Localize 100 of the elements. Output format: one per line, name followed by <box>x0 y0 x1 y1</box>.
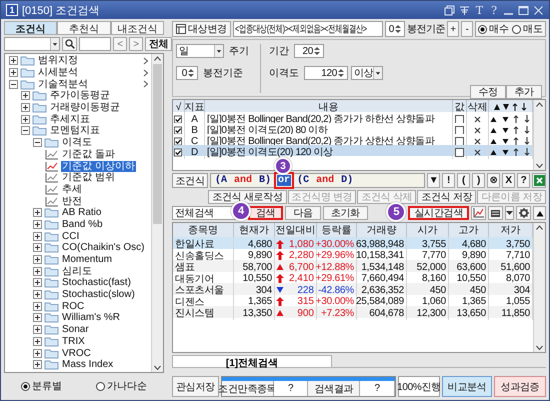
expression-action-button[interactable]: 조건식 새로작성 <box>208 190 287 204</box>
delete-icon[interactable] <box>474 148 480 156</box>
expand-icon[interactable] <box>9 68 18 78</box>
move-top-icon[interactable] <box>513 115 520 123</box>
move-top-icon[interactable] <box>513 137 520 145</box>
close-icon[interactable] <box>533 4 544 16</box>
checkbox[interactable] <box>174 126 182 134</box>
tree-item[interactable]: 이격도 <box>5 136 151 148</box>
tree-item[interactable]: Band %b <box>5 218 151 230</box>
expression-tool-button[interactable]: X <box>502 173 515 188</box>
search-action-button[interactable]: 초기화 <box>322 206 368 220</box>
expand-icon[interactable] <box>33 348 42 358</box>
tree-item[interactable]: 거래량이동평균 <box>5 102 151 114</box>
tree-item[interactable]: 범위지정 <box>5 55 151 67</box>
spin-icon[interactable] <box>187 67 195 79</box>
checkbox[interactable] <box>454 114 464 124</box>
maximize-icon[interactable] <box>518 4 529 16</box>
tree-item[interactable]: 주가이동평균 <box>5 90 151 102</box>
scroll-up-icon[interactable] <box>536 225 543 230</box>
scroll-down-icon[interactable] <box>536 163 543 168</box>
expand-icon[interactable] <box>33 220 42 229</box>
collapse-icon[interactable] <box>33 138 42 148</box>
result-row[interactable]: 샘표 58,700 6,700 +12.88% 1,534,148 52,000 63,600 51,600 <box>173 260 533 272</box>
settings-button[interactable] <box>516 206 531 220</box>
dropdown-button[interactable] <box>505 206 514 220</box>
radio-button[interactable]: 가나다순 <box>96 379 147 393</box>
nav-button[interactable]: > <box>129 37 143 51</box>
move-bottom-icon[interactable] <box>524 148 530 156</box>
tab[interactable]: 조건식 <box>4 21 58 35</box>
expression-tool-button[interactable]: ⊗ <box>487 173 500 188</box>
tree-item[interactable]: Stochastic(fast) <box>5 277 151 289</box>
expand-icon[interactable] <box>33 313 42 322</box>
expression-field[interactable]: (A and B) or (C and D) <box>210 173 425 188</box>
spin-icon[interactable] <box>313 45 321 57</box>
chart-button[interactable] <box>471 206 486 220</box>
expression-token[interactable]: B) <box>258 175 272 186</box>
period-select[interactable]: 일 <box>176 44 224 58</box>
tree-item[interactable]: CO(Chaikin's Osc) <box>5 242 151 254</box>
expression-token[interactable]: and <box>315 175 336 186</box>
checkbox[interactable] <box>174 148 182 156</box>
tree-item[interactable]: TRIX <box>5 336 151 348</box>
comparison-select[interactable]: 이상 <box>351 66 383 80</box>
tree-item[interactable]: 추세지표 <box>5 113 151 126</box>
expand-icon[interactable] <box>9 56 18 66</box>
window-icon[interactable] <box>444 4 455 16</box>
result-row[interactable]: 대동기어 10,550 2,410 +29.61% 7,660,494 8,160 10,550 8,070 <box>173 272 533 283</box>
scrollbar[interactable] <box>151 54 163 372</box>
realtime-search-button[interactable]: 실시간검색 <box>408 206 469 220</box>
expand-icon[interactable] <box>21 103 30 112</box>
search-button[interactable] <box>62 37 77 51</box>
checkbox[interactable] <box>454 126 464 134</box>
checkbox[interactable] <box>174 114 182 124</box>
title-tool-button[interactable]: ? <box>489 4 499 16</box>
target-change-button[interactable]: 대상변경 <box>172 21 231 37</box>
result-row[interactable]: 스포츠서울 304 228 -42.86% 2,636,352 450 450 304 <box>173 283 533 294</box>
move-bottom-icon[interactable] <box>524 137 530 145</box>
spin-icon[interactable] <box>394 23 402 35</box>
expand-icon[interactable] <box>33 232 42 241</box>
expand-icon[interactable] <box>21 114 30 124</box>
expression-action-button[interactable]: 조건식 저장 <box>417 190 476 204</box>
tree-item[interactable]: 반전 <box>5 195 151 207</box>
search-action-button[interactable]: 검색 <box>248 206 284 220</box>
move-bottom-icon[interactable] <box>524 115 530 123</box>
result-row[interactable]: 한일사료 4,680 1,080 +30.00% 63,988,948 3,755 4,680 3,750 <box>173 237 533 248</box>
expand-icon[interactable] <box>33 325 42 334</box>
input-field[interactable] <box>79 37 111 51</box>
tree-item[interactable]: 시세분석 <box>5 66 151 78</box>
result-row[interactable]: 진시스템 13,350 900 +7.23% 604,678 12,300 13,650 11,850 <box>173 306 533 318</box>
radio-button[interactable]: 매수 <box>478 22 509 36</box>
tree-item[interactable]: 기준값 범위 <box>5 172 151 184</box>
nav-button[interactable]: < <box>113 37 127 51</box>
chevron-right-icon[interactable] <box>143 68 149 77</box>
title-tool-button[interactable]: T <box>474 4 486 16</box>
tree-item[interactable]: 기준값 돌파 <box>5 148 151 160</box>
checkbox[interactable] <box>454 136 464 146</box>
collapse-button[interactable] <box>533 206 546 220</box>
verify-button[interactable]: 성과검증 <box>494 376 546 397</box>
tree-item[interactable]: 기준값 이상이하 <box>5 160 151 172</box>
radio-button[interactable]: 매도 <box>512 22 543 36</box>
scrollbar[interactable] <box>533 100 545 170</box>
search-action-button[interactable]: 다음 <box>285 206 321 220</box>
scrollbar[interactable] <box>533 223 545 352</box>
expression-tool-button[interactable]: ? <box>517 173 530 188</box>
condition-row[interactable]: D [일]0봉전 이격도(20) 120 이상 <box>173 145 533 156</box>
tree-item[interactable]: Sonar <box>5 324 151 336</box>
compare-button[interactable]: 비교분석 <box>442 376 492 397</box>
expression-token[interactable]: or <box>277 175 292 186</box>
list-button[interactable] <box>488 206 503 220</box>
expand-icon[interactable] <box>33 278 42 288</box>
dropdown-icon[interactable] <box>373 67 382 79</box>
expression-token[interactable]: (A <box>214 175 228 186</box>
dropdown-icon[interactable] <box>50 38 59 50</box>
tree-item[interactable]: Mass Index <box>5 358 151 371</box>
tab[interactable]: [1]전체검색 <box>172 355 332 368</box>
chevron-right-icon[interactable] <box>143 80 149 88</box>
expand-icon[interactable] <box>33 290 42 300</box>
tab[interactable]: 추천식 <box>57 21 111 35</box>
tree-item[interactable]: VROC <box>5 347 151 359</box>
excel-button[interactable] <box>532 173 546 188</box>
expression-tool-button[interactable]: ▼ <box>427 173 440 188</box>
